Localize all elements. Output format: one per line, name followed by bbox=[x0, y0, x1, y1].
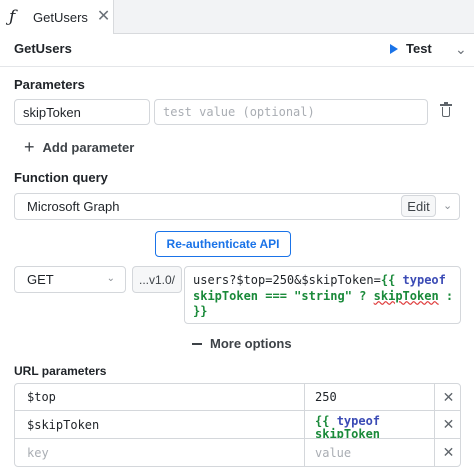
url-param-key-input[interactable]: $skipToken bbox=[15, 411, 305, 438]
add-parameter-label: Add parameter bbox=[42, 140, 135, 155]
add-parameter-button[interactable]: + Add parameter bbox=[24, 137, 134, 158]
query-template-open: {{ bbox=[380, 273, 396, 287]
more-options-label: More options bbox=[210, 336, 292, 351]
parameter-value-placeholder: test value (optional) bbox=[163, 105, 315, 119]
chevron-down-icon: ⌄ bbox=[106, 273, 115, 284]
table-row: $top 250 ✕ bbox=[15, 384, 460, 411]
query-path-editor[interactable]: users?$top=250&$skipToken={{ typeof skip… bbox=[184, 266, 461, 324]
query-string: "string" bbox=[294, 288, 352, 303]
value-keyword: typeof bbox=[336, 414, 381, 428]
datasource-value: Microsoft Graph bbox=[27, 199, 120, 214]
http-method-select[interactable]: GET ⌄ bbox=[14, 266, 126, 293]
value-identifier: skipToken bbox=[315, 427, 381, 439]
chevron-down-icon[interactable]: ⌄ bbox=[443, 199, 452, 212]
value-template-open: {{ bbox=[315, 414, 330, 428]
query-identifier: skipToken bbox=[373, 288, 439, 303]
tab-bar: ƒ GetUsers ✕ bbox=[0, 0, 474, 34]
function-query-label: Function query bbox=[14, 170, 108, 185]
url-parameters-table: $top 250 ✕ $skipToken {{ typeof skipToke… bbox=[14, 383, 461, 467]
edit-datasource-button[interactable]: Edit bbox=[401, 195, 436, 217]
query-string: "" bbox=[460, 289, 461, 303]
parameter-name-input[interactable]: skipToken bbox=[14, 99, 150, 125]
url-param-key-input[interactable]: $top bbox=[15, 384, 305, 410]
test-button[interactable]: Test bbox=[390, 41, 432, 56]
header-divider bbox=[0, 66, 474, 67]
datasource-select[interactable]: Microsoft Graph bbox=[14, 193, 460, 220]
url-param-value-input[interactable]: value bbox=[305, 439, 435, 466]
table-row: $skipToken {{ typeof skipToken ✕ bbox=[15, 411, 460, 439]
http-method-value: GET bbox=[27, 272, 54, 287]
tab-getusers[interactable]: ƒ GetUsers ✕ bbox=[0, 0, 114, 34]
test-button-label: Test bbox=[406, 41, 432, 56]
close-icon[interactable]: ✕ bbox=[435, 411, 460, 438]
plus-icon: + bbox=[24, 137, 35, 157]
query-operator: ? bbox=[351, 288, 374, 303]
query-keyword: typeof bbox=[402, 273, 446, 287]
query-text: users?$top=250&$skipToken= bbox=[193, 273, 381, 287]
trash-icon[interactable] bbox=[440, 102, 452, 118]
tab-label: GetUsers bbox=[33, 9, 88, 25]
play-icon bbox=[390, 43, 398, 54]
base-url-prefix: ...v1.0/ bbox=[132, 266, 182, 293]
close-icon[interactable]: ✕ bbox=[435, 439, 460, 466]
parameter-name-value: skipToken bbox=[23, 104, 81, 120]
parameters-label: Parameters bbox=[14, 77, 85, 92]
query-operator: : bbox=[438, 288, 461, 303]
chevron-down-icon[interactable]: ⌄ bbox=[455, 41, 467, 58]
close-icon[interactable]: ✕ bbox=[435, 384, 460, 410]
function-icon: ƒ bbox=[9, 7, 16, 27]
minus-icon bbox=[192, 342, 202, 345]
reauthenticate-api-button[interactable]: Re-authenticate API bbox=[155, 231, 291, 257]
url-param-key-input[interactable]: key bbox=[15, 439, 305, 466]
query-operator: === bbox=[258, 288, 295, 303]
query-identifier: skipToken bbox=[193, 288, 259, 303]
more-options-toggle[interactable]: More options bbox=[192, 336, 292, 351]
page-title: GetUsers bbox=[14, 41, 72, 56]
url-parameters-label: URL parameters bbox=[14, 364, 107, 378]
url-param-value-input[interactable]: {{ typeof skipToken bbox=[305, 411, 435, 438]
value-placeholder: value bbox=[315, 445, 352, 460]
close-icon[interactable]: ✕ bbox=[97, 9, 110, 25]
query-header: GetUsers Test ⌄ bbox=[0, 34, 474, 64]
url-param-value-input[interactable]: 250 bbox=[305, 384, 435, 410]
table-row: key value ✕ bbox=[15, 439, 460, 466]
key-placeholder: key bbox=[27, 445, 49, 460]
parameter-value-input[interactable]: test value (optional) bbox=[154, 99, 428, 125]
query-template-close: }} bbox=[193, 304, 208, 318]
